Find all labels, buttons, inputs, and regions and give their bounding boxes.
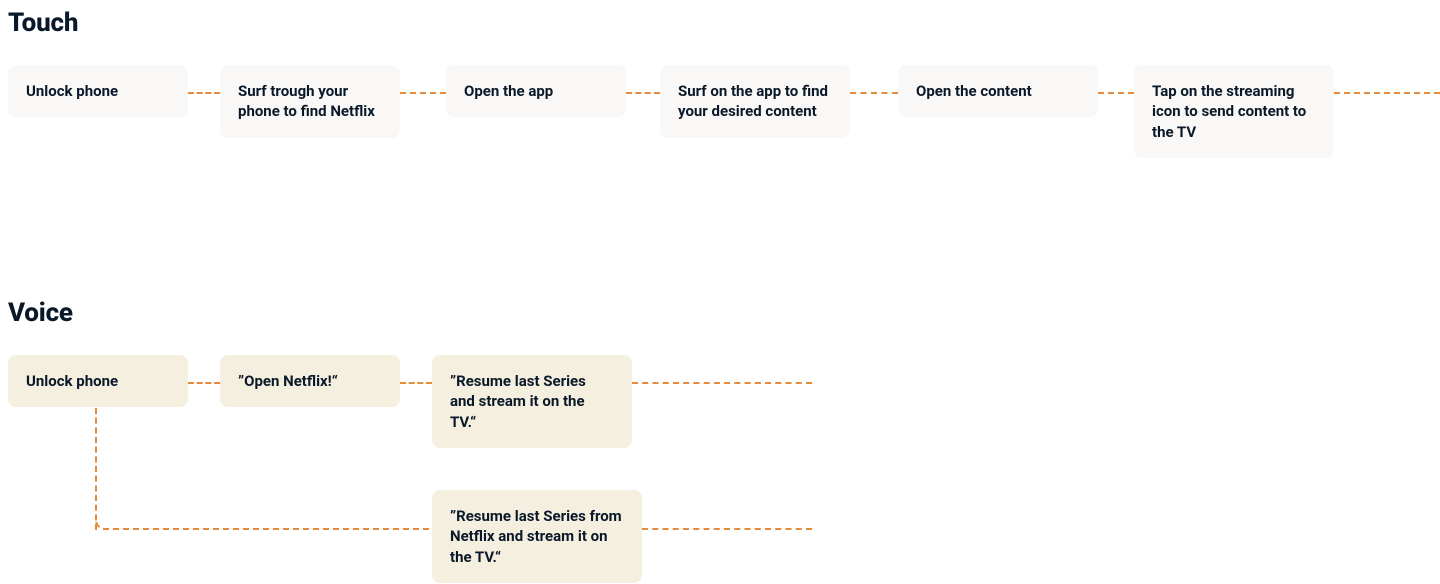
connector (188, 382, 220, 384)
connector (626, 92, 660, 94)
connector-vertical (95, 408, 105, 530)
section-title-voice: Voice (8, 298, 73, 328)
connector (632, 382, 812, 384)
connector (1334, 92, 1440, 94)
voice-step-2: ”Open Netflix!“ (220, 355, 400, 407)
touch-step-2: Surf trough your phone to find Netflix (220, 65, 400, 138)
connector (188, 92, 220, 94)
connector (850, 92, 898, 94)
voice-step-1: Unlock phone (8, 355, 188, 407)
section-title-touch: Touch (8, 8, 78, 38)
connector (400, 382, 432, 384)
touch-step-5: Open the content (898, 65, 1098, 117)
voice-step-alt: ”Resume last Series from Netflix and str… (432, 490, 642, 583)
touch-step-4: Surf on the app to find your desired con… (660, 65, 850, 138)
touch-step-1: Unlock phone (8, 65, 188, 117)
connector-elbow (95, 518, 432, 530)
voice-step-3: ”Resume last Series and stream it on the… (432, 355, 632, 448)
connector (400, 92, 446, 94)
connector (1098, 92, 1134, 94)
touch-step-3: Open the app (446, 65, 626, 117)
connector (642, 528, 812, 530)
touch-step-6: Tap on the streaming icon to send conten… (1134, 65, 1334, 158)
